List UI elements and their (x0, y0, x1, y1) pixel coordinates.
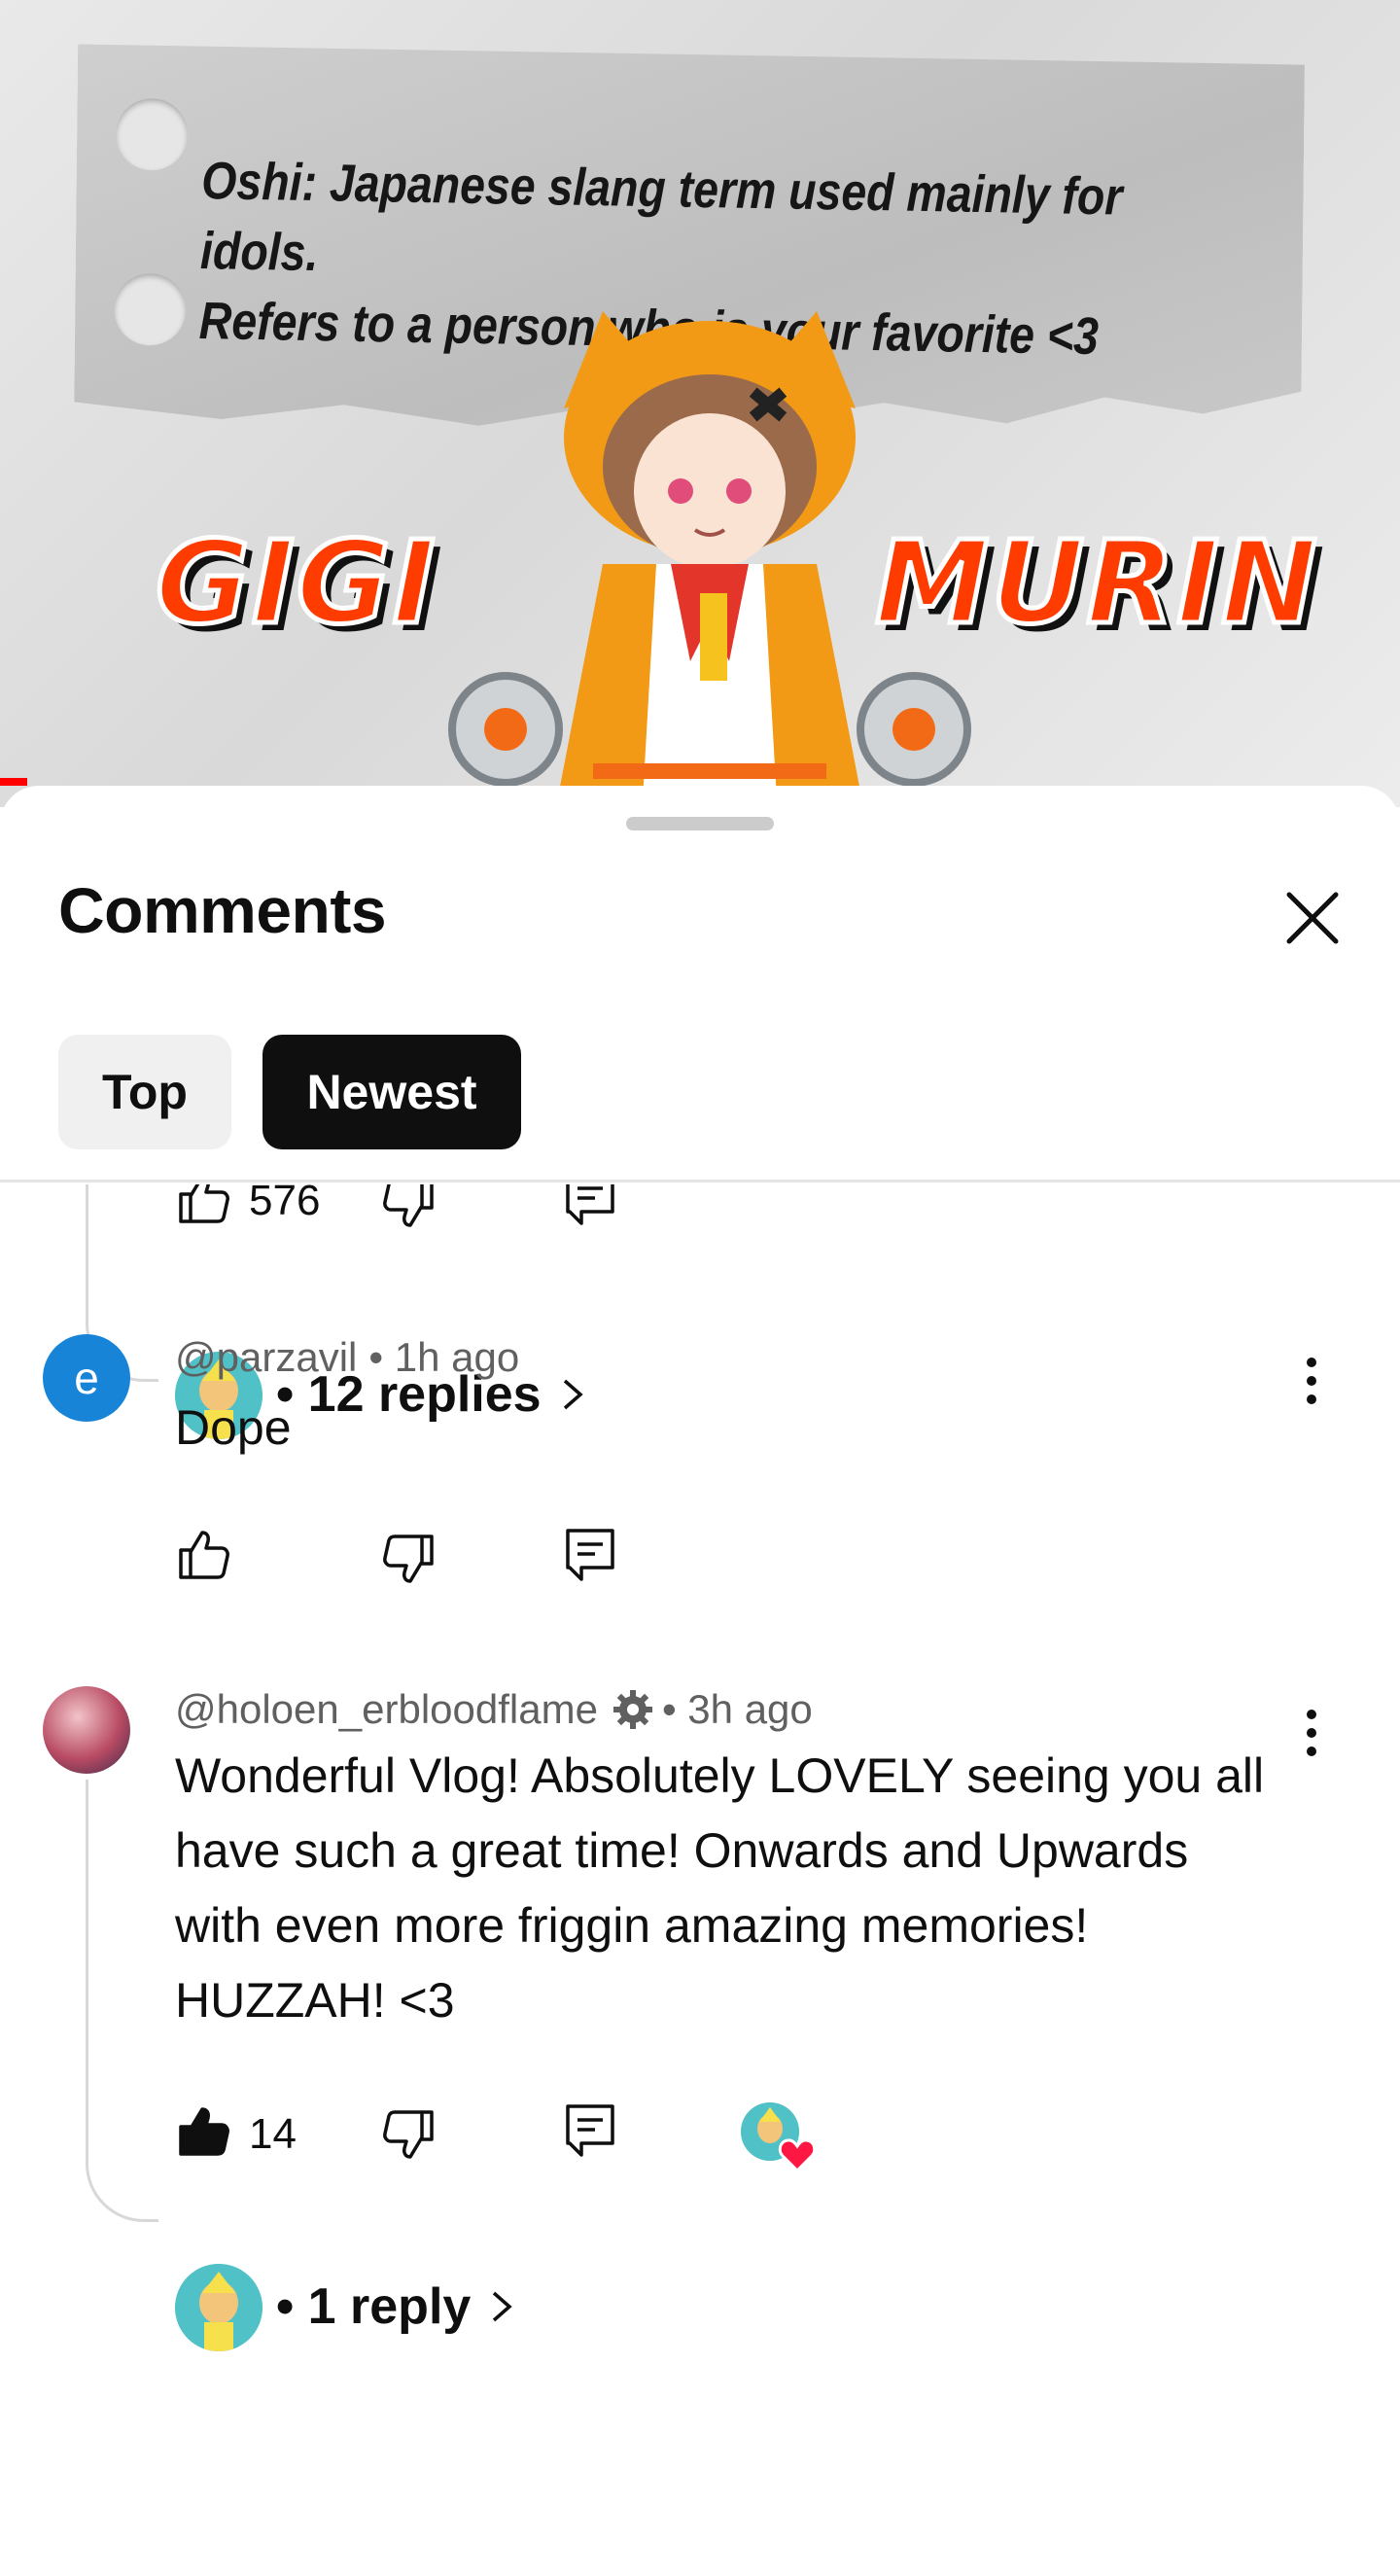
comment-meta: @holoen_erbloodflame • 3h ago (175, 1686, 813, 1733)
comment-author[interactable]: @parzavil (175, 1334, 357, 1381)
like-icon[interactable] (175, 1527, 231, 1583)
comment-text: Dope (175, 1400, 292, 1455)
avatar-letter: e (74, 1353, 99, 1403)
paper-hole (114, 273, 187, 346)
dislike-icon[interactable] (381, 2106, 438, 2163)
chevron-right-icon (493, 2291, 512, 2322)
creator-avatar (175, 2264, 262, 2351)
more-options-icon[interactable] (1302, 1352, 1321, 1410)
view-replies-button[interactable]: • 1 reply (276, 2277, 517, 2336)
avatar[interactable] (43, 1686, 130, 1774)
dislike-icon[interactable] (381, 1531, 438, 1587)
paper-hole (116, 98, 189, 171)
tab-top[interactable]: Top (58, 1035, 231, 1149)
comment-text: Wonderful Vlog! Absolutely LOVELY seeing… (175, 1748, 1265, 2028)
comments-panel: Comments Top Newest 576 • 12 replies e @… (0, 786, 1400, 2576)
video-name-left: GIGI (154, 513, 438, 653)
dislike-icon[interactable] (381, 1184, 438, 1231)
heart-icon (778, 2138, 817, 2173)
comment-meta: @parzavil • 1h ago (175, 1334, 519, 1381)
like-icon-filled[interactable] (175, 2103, 231, 2160)
vtuber-character-illustration (448, 311, 971, 807)
comment-list[interactable]: 576 • 12 replies e @parzavil • 1h ago Do… (0, 1184, 1400, 2576)
close-icon[interactable] (1281, 887, 1344, 949)
reply-icon[interactable] (562, 1527, 618, 1583)
chevron-right-icon (563, 1379, 583, 1410)
divider (0, 1180, 1400, 1182)
reply-icon[interactable] (562, 1184, 618, 1227)
reply-icon[interactable] (562, 2102, 618, 2159)
video-progress-bar[interactable] (0, 778, 27, 786)
tab-newest[interactable]: Newest (262, 1035, 521, 1149)
like-count: 14 (249, 2110, 297, 2158)
comment-time: • 3h ago (661, 1686, 813, 1732)
more-options-icon[interactable] (1302, 1704, 1321, 1762)
comment-time: • 1h ago (368, 1334, 520, 1380)
avatar[interactable]: e (43, 1334, 130, 1422)
comment-author[interactable]: @holoen_erbloodflame (175, 1686, 598, 1733)
like-count: 576 (249, 1184, 321, 1224)
drag-handle[interactable] (626, 817, 774, 830)
thread-line (86, 1780, 158, 2222)
verified-gear-icon (612, 1690, 652, 1729)
video-player[interactable]: Oshi: Japanese slang term used mainly fo… (0, 0, 1400, 807)
like-icon[interactable] (175, 1184, 231, 1227)
replies-label: • 1 reply (276, 2278, 472, 2335)
panel-title: Comments (58, 874, 387, 946)
